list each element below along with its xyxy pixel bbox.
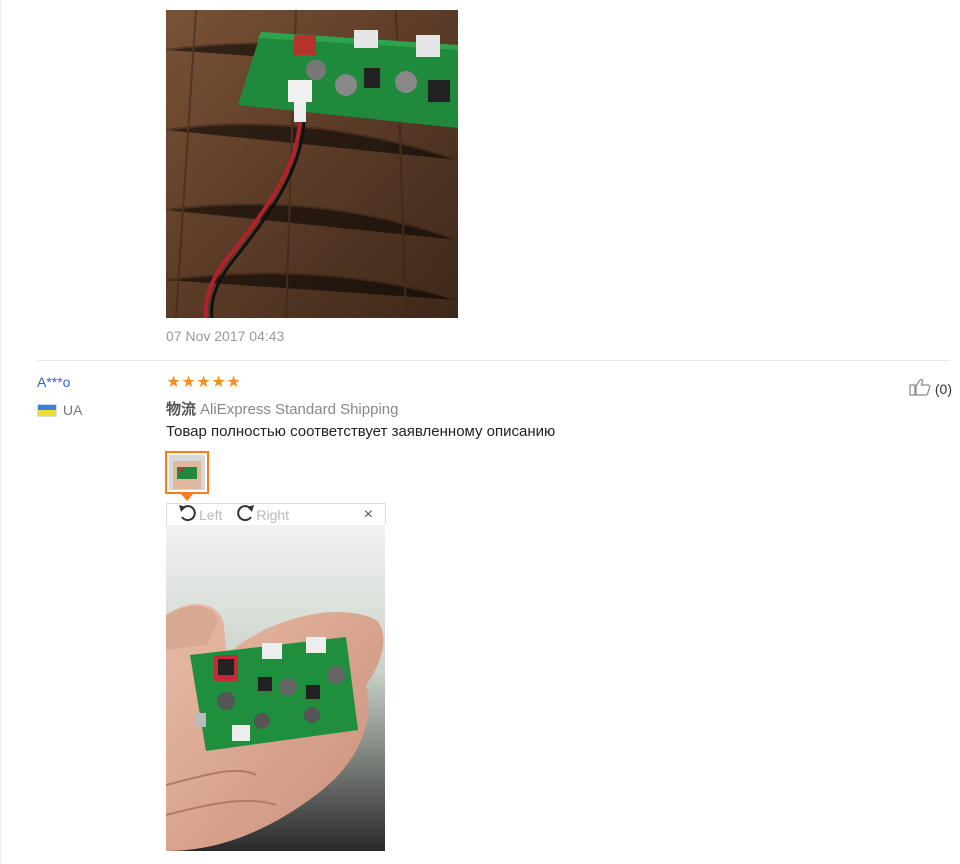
rotate-left-icon	[177, 503, 199, 526]
thumbs-up-icon	[909, 378, 931, 399]
star-icon: ★	[226, 374, 241, 391]
close-viewer-button[interactable]: ×	[364, 506, 373, 524]
country-code: UA	[63, 402, 83, 418]
rotate-right-label: Right	[256, 506, 290, 523]
rotate-left-label: Left	[199, 506, 223, 523]
star-icon: ★	[166, 374, 181, 391]
review-divider	[37, 360, 950, 361]
photo-viewer-toolbar: Left Right ×	[166, 503, 386, 525]
shipping-info: 物流 AliExpress Standard Shipping	[166, 398, 398, 419]
shipping-method: AliExpress Standard Shipping	[200, 401, 399, 418]
left-border	[0, 0, 1, 864]
previous-review-photo[interactable]	[166, 10, 458, 318]
star-icon: ★	[196, 374, 211, 391]
reviewer-country: UA	[37, 401, 82, 419]
shipping-label: 物流	[166, 401, 197, 418]
rotate-right-icon	[234, 503, 256, 526]
review-photo-thumbnail[interactable]	[165, 451, 209, 494]
reviewer-name[interactable]: A***o	[37, 374, 70, 390]
helpful-button[interactable]: (0)	[909, 378, 952, 399]
previous-review-date: 07 Nov 2017 04:43	[166, 328, 285, 344]
star-rating: ★ ★ ★ ★ ★	[166, 375, 241, 391]
rotate-right-button[interactable]: Right	[234, 503, 289, 526]
thumbnail-pointer	[181, 494, 193, 501]
review-photo-large[interactable]	[166, 525, 385, 851]
rotate-left-button[interactable]: Left	[177, 503, 222, 526]
ukraine-flag-icon	[37, 403, 57, 417]
review-text: Товар полностью соответствует заявленном…	[166, 423, 556, 440]
star-icon: ★	[181, 374, 196, 391]
star-icon: ★	[211, 374, 226, 391]
helpful-count: (0)	[934, 380, 952, 397]
